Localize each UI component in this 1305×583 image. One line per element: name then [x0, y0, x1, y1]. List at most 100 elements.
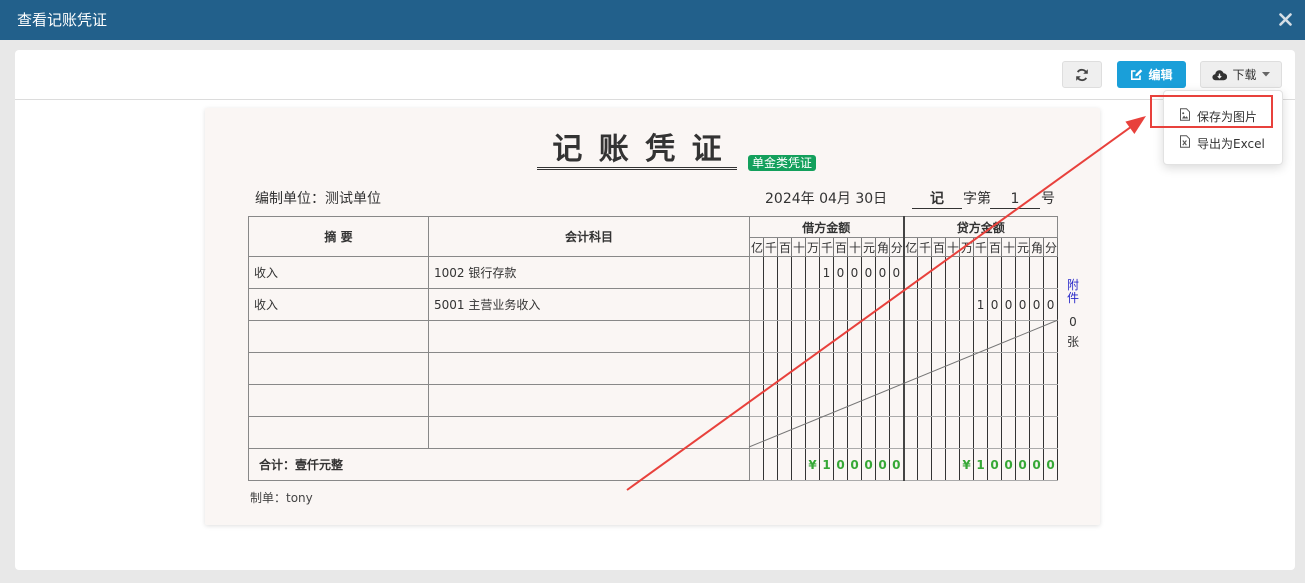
credit-digit-cell: [973, 384, 989, 417]
excel-file-icon: [1179, 135, 1191, 151]
credit-digit-cell: [917, 256, 933, 289]
credit-digit-cell: [1029, 320, 1045, 353]
preparing-unit: 编制单位：测试单位: [255, 191, 381, 207]
debit-digit-cell: [888, 384, 905, 417]
credit-digit-unit: 千: [917, 237, 933, 257]
credit-digit-cell: [902, 384, 919, 417]
debit-digit-unit: 万: [805, 237, 820, 257]
entry-account: 5001 主营业务收入: [428, 288, 750, 321]
debit-digit-unit: 千: [763, 237, 778, 257]
voucher-table-body: 收入 1002 银行存款 1 0 0 0 0 0 收入 5001 主营业务收入 1 0 0 0 0 0: [248, 256, 1059, 449]
debit-digit-cell: [791, 352, 806, 385]
debit-digit-cell: [819, 288, 834, 321]
credit-digit-cell: [1043, 320, 1059, 353]
debit-digit-cell: [777, 384, 792, 417]
credit-digit-cell: [1001, 416, 1017, 449]
credit-digit-unit: 万: [959, 237, 975, 257]
credit-digit-cell: [987, 320, 1003, 353]
credit-digit-cell: [917, 448, 933, 481]
close-icon[interactable]: [1279, 13, 1292, 26]
credit-digit-cell: [959, 384, 975, 417]
debit-digit-cell: [791, 256, 806, 289]
menu-item-save-image[interactable]: 保存为图片: [1164, 103, 1282, 129]
credit-digit-cell: [1001, 384, 1017, 417]
entry-account: [428, 416, 750, 449]
debit-digit-cell: 0: [833, 256, 848, 289]
credit-digit-unit: 角: [1029, 237, 1045, 257]
credit-digit-cell: [1001, 352, 1017, 385]
credit-digit-cell: [1029, 256, 1045, 289]
credit-digit-cell: [1043, 384, 1059, 417]
dialog-title: 查看记账凭证: [17, 11, 108, 29]
credit-digit-unit: 分: [1043, 237, 1059, 257]
debit-digit-cell: [833, 288, 848, 321]
entry-account: 1002 银行存款: [428, 256, 750, 289]
cloud-download-icon: [1212, 69, 1228, 81]
debit-digit-cell: [749, 384, 764, 417]
debit-digit-cell: [875, 416, 890, 449]
entry-summary: [248, 320, 429, 353]
debit-digit-cell: [805, 256, 820, 289]
credit-digit-cell: 1: [973, 448, 989, 481]
download-menu: 保存为图片 导出为Excel: [1163, 90, 1283, 165]
entry-summary: 收入: [248, 288, 429, 321]
menu-item-label: 导出为Excel: [1197, 136, 1265, 151]
credit-digit-cell: [973, 256, 989, 289]
voucher-number: 1: [990, 190, 1040, 209]
debit-digit-unit: 百: [833, 237, 848, 257]
credit-digit-cell: [931, 288, 947, 321]
debit-digit-cell: [833, 352, 848, 385]
download-button-label: 下载: [1232, 68, 1257, 82]
credit-digit-cell: [1015, 384, 1031, 417]
voucher-entry-row: [248, 384, 1059, 417]
debit-digit-cell: [749, 416, 764, 449]
credit-digit-cell: 1: [973, 288, 989, 321]
debit-digit-cell: [749, 448, 764, 481]
credit-digit-cell: [1043, 416, 1059, 449]
credit-digit-unit: 十: [945, 237, 961, 257]
voucher-entry-row: 收入 1002 银行存款 1 0 0 0 0 0: [248, 256, 1059, 289]
entry-summary: [248, 416, 429, 449]
debit-digit-cell: [875, 352, 890, 385]
credit-digit-cell: [931, 416, 947, 449]
credit-digit-cell: [987, 384, 1003, 417]
entry-account: [428, 384, 750, 417]
debit-digit-unit: 亿: [749, 237, 764, 257]
debit-digit-cell: [847, 384, 862, 417]
debit-digit-cell: [763, 256, 778, 289]
debit-digit-unit: 元: [861, 237, 876, 257]
credit-digit-cell: [945, 384, 961, 417]
credit-digit-unit: 十: [1001, 237, 1017, 257]
credit-digit-cell: [902, 448, 919, 481]
edit-button[interactable]: 编辑: [1117, 61, 1186, 88]
debit-digit-cell: [875, 320, 890, 353]
debit-digit-cell: [819, 416, 834, 449]
download-dropdown-button[interactable]: 下载: [1200, 61, 1282, 88]
voucher-maker: 制单：tony: [250, 491, 313, 505]
credit-digit-cell: [1015, 352, 1031, 385]
credit-digit-cell: [1001, 320, 1017, 353]
credit-digit-cell: [1015, 416, 1031, 449]
debit-digit-cell: [847, 320, 862, 353]
refresh-icon: [1075, 68, 1089, 82]
credit-digit-cell: [1015, 320, 1031, 353]
credit-digit-cell: 0: [1043, 288, 1059, 321]
credit-digit-cell: ¥: [959, 448, 975, 481]
entry-summary: [248, 352, 429, 385]
attachment-unit: 张: [1066, 335, 1079, 349]
credit-digit-cell: [902, 320, 919, 353]
credit-digit-cell: [973, 352, 989, 385]
debit-digit-cell: [833, 384, 848, 417]
voucher-date: 2024年 04月 30日: [765, 191, 888, 207]
voucher-sheet: 记 账 凭 证 单金类凭证 编制单位：测试单位 2024年 04月 30日 记 …: [205, 108, 1100, 525]
debit-digit-cell: [805, 384, 820, 417]
debit-digit-cell: 0: [888, 256, 905, 289]
credit-digit-cell: 0: [987, 448, 1003, 481]
debit-digit-unit: 角: [875, 237, 890, 257]
refresh-button[interactable]: [1062, 61, 1102, 88]
menu-item-export-excel[interactable]: 导出为Excel: [1164, 130, 1282, 156]
debit-digit-cell: [847, 352, 862, 385]
credit-digit-cell: 0: [987, 288, 1003, 321]
credit-digit-unit: 元: [1015, 237, 1031, 257]
credit-digit-cell: [902, 288, 919, 321]
